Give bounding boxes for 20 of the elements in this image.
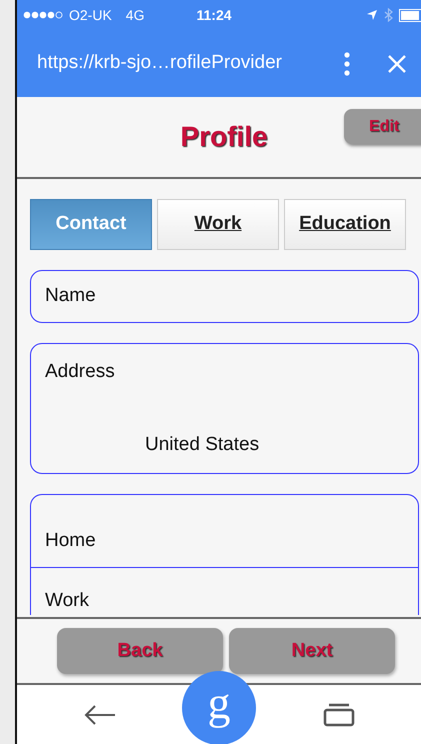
address-field[interactable]: Address United States	[30, 343, 419, 474]
phone-field[interactable]: Home	[31, 495, 418, 567]
back-arrow-icon[interactable]	[84, 704, 116, 726]
clock-time: 11:24	[196, 6, 232, 24]
network-type: 4G	[126, 6, 144, 24]
more-options-icon[interactable]	[343, 52, 351, 76]
location-arrow-icon	[366, 9, 378, 21]
battery-icon	[399, 8, 421, 22]
search-button[interactable]: g	[182, 671, 256, 744]
close-icon[interactable]	[387, 54, 407, 74]
tab[interactable]: Education	[284, 199, 406, 250]
name-field[interactable]: Name	[30, 270, 419, 323]
bluetooth-icon	[384, 8, 393, 22]
signal-icon	[23, 10, 63, 20]
carrier-name: O2-UK	[69, 6, 112, 24]
phone-field[interactable]: Work	[31, 567, 418, 615]
tab[interactable]: Work	[157, 199, 279, 250]
page-title: Profile	[180, 120, 268, 154]
recent-apps-icon[interactable]	[322, 703, 354, 727]
url-text: https://krb-sjo…rofileProvider	[37, 51, 283, 76]
